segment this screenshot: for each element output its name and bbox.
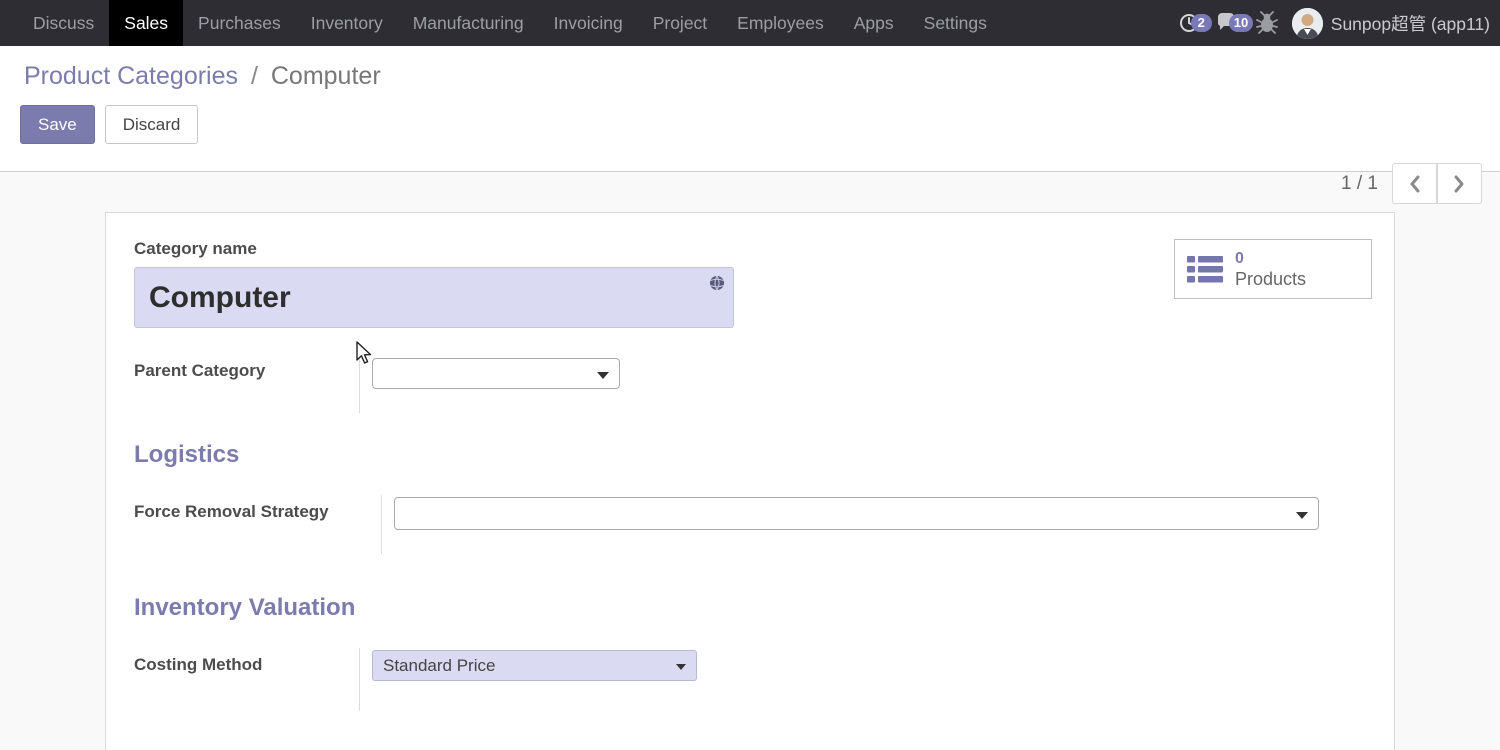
breadcrumb-separator: / xyxy=(245,62,264,90)
translate-globe-icon[interactable] xyxy=(709,275,725,296)
breadcrumb-product-categories[interactable]: Product Categories xyxy=(24,62,238,90)
costing-method-label: Costing Method xyxy=(134,648,359,675)
top-navbar: Discuss Sales Purchases Inventory Manufa… xyxy=(0,0,1500,46)
chevron-down-icon xyxy=(1296,512,1308,519)
breadcrumb: Product Categories / Computer xyxy=(0,46,1500,91)
nav-item-inventory[interactable]: Inventory xyxy=(296,0,398,46)
form-sheet: 0 Products Category name Computer Parent… xyxy=(105,212,1395,750)
costing-method-select[interactable]: Standard Price xyxy=(372,650,697,681)
section-logistics: Logistics xyxy=(134,441,1366,469)
costing-method-value: Standard Price xyxy=(383,656,495,676)
chevron-right-icon xyxy=(1454,175,1465,193)
pager-counter: 1 / 1 xyxy=(1341,173,1378,195)
products-count: 0 xyxy=(1235,249,1306,268)
bug-glyph xyxy=(1256,11,1278,35)
pager-previous-button[interactable] xyxy=(1392,163,1437,204)
category-name-input[interactable]: Computer xyxy=(134,267,734,328)
chevron-down-icon xyxy=(597,372,609,379)
nav-item-manufacturing[interactable]: Manufacturing xyxy=(398,0,539,46)
nav-item-apps[interactable]: Apps xyxy=(839,0,909,46)
user-menu[interactable]: Sunpop超管 (app11) xyxy=(1292,8,1490,39)
messages-badge: 10 xyxy=(1229,14,1253,32)
force-removal-row: Force Removal Strategy xyxy=(134,495,1366,554)
nav-item-purchases[interactable]: Purchases xyxy=(183,0,296,46)
force-removal-label: Force Removal Strategy xyxy=(134,495,381,522)
chevron-left-icon xyxy=(1409,175,1420,193)
nav-item-settings[interactable]: Settings xyxy=(909,0,1002,46)
costing-method-cell: Standard Price xyxy=(359,648,697,711)
activity-badge: 2 xyxy=(1191,14,1212,32)
debug-bug-icon[interactable] xyxy=(1256,11,1278,35)
category-name-value: Computer xyxy=(149,281,291,315)
messages-bubble-icon[interactable]: 10 xyxy=(1216,11,1242,35)
products-label: Products xyxy=(1235,268,1306,290)
discard-button[interactable]: Discard xyxy=(105,105,199,144)
control-panel: Product Categories / Computer Save Disca… xyxy=(0,46,1500,172)
systray: 2 10 Sunpop超管 (app xyxy=(1178,0,1500,46)
form-buttons: Save Discard xyxy=(20,105,1500,144)
content-area: 0 Products Category name Computer Parent… xyxy=(0,212,1500,750)
save-button[interactable]: Save xyxy=(20,105,95,144)
app-menu: Discuss Sales Purchases Inventory Manufa… xyxy=(0,0,1002,46)
select-arrow-icon xyxy=(676,664,686,670)
activity-clock-icon[interactable]: 2 xyxy=(1178,11,1202,35)
user-name: Sunpop超管 (app11) xyxy=(1331,11,1490,36)
pager-next-button[interactable] xyxy=(1437,163,1482,204)
parent-category-label: Parent Category xyxy=(134,354,359,381)
list-icon xyxy=(1187,256,1223,283)
force-removal-dropdown[interactable] xyxy=(394,497,1319,530)
section-inventory-valuation: Inventory Valuation xyxy=(134,594,1366,622)
avatar xyxy=(1292,8,1323,39)
force-removal-cell xyxy=(381,495,1319,554)
nav-item-project[interactable]: Project xyxy=(638,0,722,46)
breadcrumb-current: Computer xyxy=(271,62,381,90)
nav-item-discuss[interactable]: Discuss xyxy=(18,0,109,46)
nav-item-invoicing[interactable]: Invoicing xyxy=(539,0,638,46)
nav-item-sales[interactable]: Sales xyxy=(109,0,183,46)
costing-method-row: Costing Method Standard Price xyxy=(134,648,1366,711)
parent-category-dropdown[interactable] xyxy=(372,358,620,389)
parent-category-cell xyxy=(359,354,620,413)
nav-item-employees[interactable]: Employees xyxy=(722,0,839,46)
parent-category-row: Parent Category xyxy=(134,354,1366,413)
products-stat-button[interactable]: 0 Products xyxy=(1174,239,1372,299)
pager: 1 / 1 xyxy=(1341,163,1482,204)
